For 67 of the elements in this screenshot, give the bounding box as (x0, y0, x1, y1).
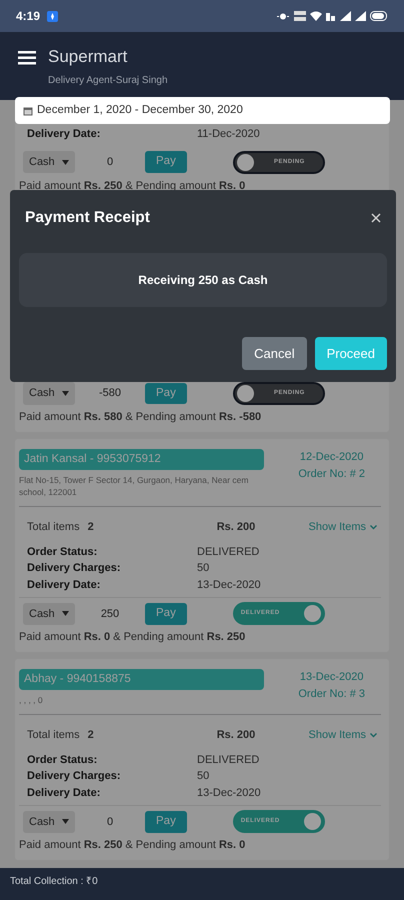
payment-summary: Paid amount Rs. 250 & Pending amount Rs. 0 (19, 838, 246, 854)
dropdown-caret-icon (62, 819, 69, 824)
total-items-label: Total items (27, 728, 80, 744)
date-range-field[interactable]: December 1, 2020 - December 30, 2020 (15, 97, 390, 124)
detail-value: DELIVERED (197, 544, 260, 560)
pay-button[interactable]: Pay (145, 382, 187, 404)
amount-input[interactable]: 250 (75, 606, 145, 622)
total-items-count: 2 (88, 520, 94, 536)
signal-icon (355, 11, 366, 21)
total-items-label: Total items (27, 520, 80, 536)
chevron-down-icon (370, 525, 377, 530)
detail-value: 50 (197, 561, 210, 576)
dropdown-caret-icon (62, 611, 69, 616)
amount-input[interactable]: -580 (75, 385, 145, 402)
dropdown-caret-icon (62, 160, 69, 164)
pay-button[interactable]: Pay (145, 603, 187, 624)
amount-input[interactable]: 0 (75, 154, 145, 170)
detail-value: DELIVERED (197, 752, 260, 768)
app-notification-icon (47, 10, 58, 22)
detail-label: Delivery Charges: (27, 769, 122, 784)
receipt-message: Receiving 250 as Cash (19, 253, 387, 308)
payment-method-select[interactable]: Cash (23, 602, 75, 626)
app-title: Supermart (48, 46, 128, 68)
total-items-count: 2 (88, 728, 94, 744)
pay-button[interactable]: Pay (145, 151, 187, 173)
clock-time: 4:19 (16, 8, 40, 25)
detail-label: Delivery Date: (27, 578, 102, 593)
dropdown-caret-icon (62, 391, 69, 396)
order-date: 13-Dec-2020 (298, 670, 364, 685)
amount-input[interactable]: 0 (75, 814, 145, 830)
payment-summary: Paid amount Rs. 250 & Pending amount Rs. 0 (19, 178, 246, 194)
customer-name: Jatin Kansal - 9953075912 (19, 448, 264, 470)
payment-summary: Paid amount Rs. 0 & Pending amount Rs. 250 (19, 630, 246, 646)
date-range-text: December 1, 2020 - December 30, 2020 (37, 102, 243, 118)
customer-name: Abhay - 9940158875 (19, 668, 264, 690)
customer-address: , , , , 0 (19, 694, 44, 706)
cancel-button[interactable]: Cancel (242, 336, 307, 370)
detail-label: Order Status: (27, 752, 98, 768)
wifi-icon (310, 11, 322, 21)
payment-method-select[interactable]: Cash (23, 150, 75, 174)
close-icon[interactable] (371, 212, 381, 223)
order-number: Order No: # 3 (298, 687, 365, 702)
detail-label: Delivery Date: (27, 786, 102, 801)
total-collection: Total Collection : ₹0 (10, 876, 98, 887)
order-amount: Rs. 200 (216, 520, 256, 536)
detail-label: Delivery Charges: (27, 561, 122, 576)
agent-subtitle: Delivery Agent-Suraj Singh (48, 74, 169, 88)
menu-icon[interactable] (18, 51, 36, 65)
payment-method-select[interactable]: Cash (23, 810, 75, 834)
payment-summary: Paid amount Rs. 580 & Pending amount Rs. -580 (19, 410, 262, 425)
battery-icon (370, 11, 388, 21)
detail-label: Delivery Date: (27, 127, 102, 142)
detail-value: 11-Dec-2020 (197, 127, 260, 142)
detail-label: Order Status: (27, 544, 98, 560)
order-amount: Rs. 200 (216, 728, 256, 744)
order-date: 12-Dec-2020 (298, 450, 364, 464)
chevron-down-icon (370, 733, 377, 738)
pay-button[interactable]: Pay (145, 811, 187, 833)
order-number: Order No: # 2 (298, 467, 365, 482)
calendar-icon (23, 106, 33, 116)
detail-value: 50 (197, 769, 210, 784)
dialog-title: Payment Receipt (24, 208, 150, 228)
payment-method-select[interactable]: Cash (23, 382, 75, 405)
signal-icon (340, 11, 351, 21)
detail-value: 13-Dec-2020 (197, 786, 261, 801)
customer-address: Flat No-15, Tower F Sector 14, Gurgaon, Haryana, Near cem school, 122001 (19, 474, 250, 498)
detail-value: 13-Dec-2020 (197, 578, 261, 593)
